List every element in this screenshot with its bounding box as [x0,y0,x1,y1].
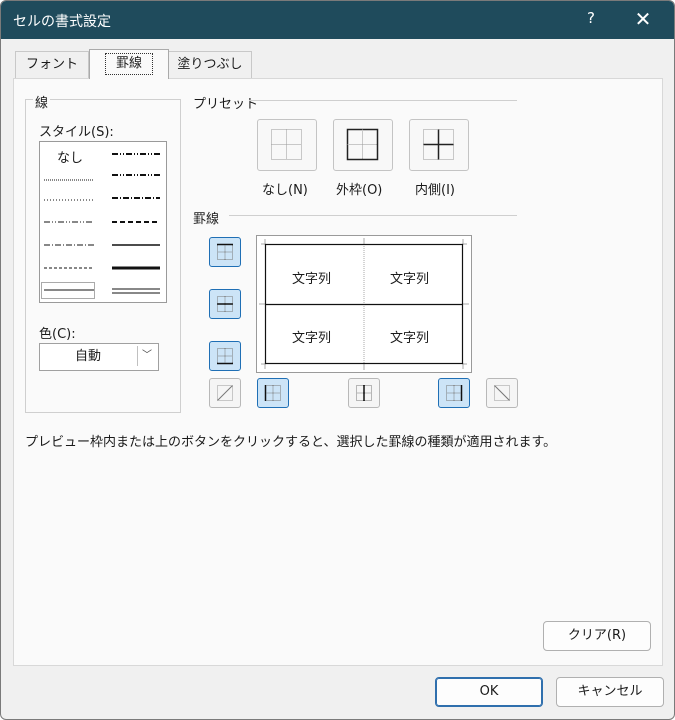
preset-inside-button[interactable] [409,119,469,171]
preset-outline-label: 外枠(O) [336,183,383,198]
diagonal-up-icon [217,385,233,401]
format-cells-dialog: セルの書式設定 ? ✕ フォント 罫線 塗りつぶし 線 スタイル(S): なし … [0,0,675,720]
border-right-button[interactable] [438,378,470,408]
border-bottom-button[interactable] [209,341,241,371]
preview-cell-3: 文字列 [292,331,332,346]
color-label: 色(C): [39,327,76,342]
color-dropdown[interactable]: 自動 ﹀ [39,343,159,371]
preset-none-icon [271,129,302,160]
tab-font[interactable]: フォント [15,51,89,78]
preset-none-button[interactable] [257,119,317,171]
border-left-icon [264,385,281,401]
chevron-down-icon[interactable]: ﹀ [137,346,156,366]
border-separator [229,215,517,216]
border-left-button[interactable] [257,378,289,408]
style-label: スタイル(S): [39,125,114,140]
border-top-button[interactable] [209,237,241,267]
tab-fill-label: 塗りつぶし [177,57,243,72]
line-style-swatches [41,153,160,299]
dialog-title: セルの書式設定 [13,14,111,30]
preset-none-label: なし(N) [262,183,308,198]
preset-outline-button[interactable] [333,119,393,171]
border-right-icon [446,385,463,401]
tab-border-label: 罫線 [104,53,153,75]
diagonal-down-icon [494,385,510,401]
preset-inside-icon [423,129,454,160]
clear-button[interactable]: クリア(R) [543,621,651,651]
style-none-label: なし [57,151,84,166]
preset-separator [249,100,517,101]
preset-inside-label: 内側(I) [415,183,455,198]
cancel-button[interactable]: キャンセル [556,677,664,707]
border-inside-vertical-icon [356,385,372,401]
ok-button[interactable]: OK [435,677,543,707]
border-preview[interactable] [256,235,472,373]
preset-group-title: プリセット [193,97,259,112]
help-button[interactable]: ? [579,9,603,31]
border-diagonal-up-button[interactable] [209,378,241,408]
preview-cell-2: 文字列 [390,272,430,287]
title-bar: セルの書式設定 ? ✕ [1,1,674,39]
border-group-title: 罫線 [193,212,220,227]
tab-fill[interactable]: 塗りつぶし [168,51,252,78]
preview-grid [259,238,469,370]
preset-outline-icon [346,128,379,161]
preview-cell-1: 文字列 [292,272,332,287]
tab-border[interactable]: 罫線 [89,49,169,79]
line-group-title: 線 [33,92,51,111]
border-top-icon [217,243,233,260]
border-inside-horizontal-button[interactable] [209,289,241,319]
border-bottom-icon [217,348,233,365]
preview-cell-4: 文字列 [390,331,430,346]
border-inside-horizontal-icon [217,296,233,312]
instruction-text: プレビュー枠内または上のボタンをクリックすると、選択した罫線の種類が適用されます… [25,435,557,450]
tab-font-label: フォント [25,57,78,72]
close-button[interactable]: ✕ [631,7,655,31]
border-inside-vertical-button[interactable] [348,378,380,408]
color-value: 自動 [74,349,101,364]
border-diagonal-down-button[interactable] [486,378,518,408]
